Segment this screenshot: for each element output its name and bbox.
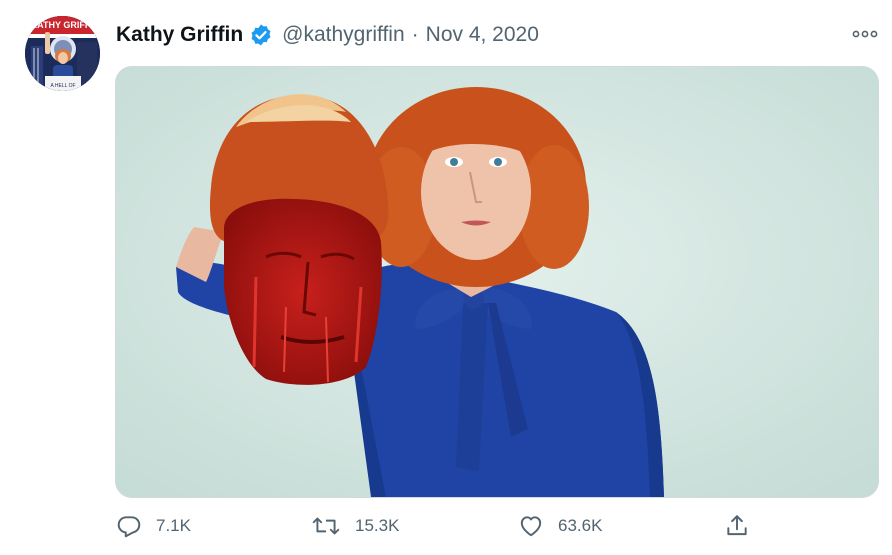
display-name[interactable]: Kathy Griffin <box>116 23 243 47</box>
user-handle[interactable]: @kathygriffin <box>282 23 404 47</box>
like-count: 63.6K <box>558 516 603 535</box>
tweet-date[interactable]: Nov 4, 2020 <box>426 23 539 47</box>
reply-count: 7.1K <box>156 516 191 535</box>
photo-image <box>116 67 878 497</box>
retweet-icon <box>312 517 340 535</box>
tweet-photo[interactable] <box>115 66 879 498</box>
avatar-podium-text: A HELL OF <box>50 83 75 89</box>
more-dots-icon <box>852 30 878 38</box>
share-button[interactable] <box>724 505 750 547</box>
reply-button[interactable]: 7.1K <box>116 505 191 547</box>
reply-icon <box>117 516 141 538</box>
retweet-count: 15.3K <box>355 516 400 535</box>
tweet-header: Kathy Griffin @kathygriffin · Nov 4, 202… <box>116 20 539 50</box>
like-button[interactable]: 63.6K <box>518 505 602 547</box>
avatar[interactable]: A HELL OF KATHY GRIFFIN <box>25 16 100 91</box>
tweet-actions: 7.1K 15.3K 63.6K <box>0 505 892 547</box>
tweet[interactable]: A HELL OF KATHY GRIFFIN Kathy Griffin @k… <box>0 0 892 555</box>
share-icon <box>727 515 747 536</box>
verified-badge-icon <box>249 23 273 47</box>
separator-dot: · <box>411 23 419 46</box>
avatar-photo: A HELL OF KATHY GRIFFIN <box>25 16 100 91</box>
heart-icon <box>520 516 542 537</box>
more-button[interactable] <box>848 22 882 46</box>
avatar-sign-text: KATHY GRIFFIN <box>31 20 100 30</box>
retweet-button[interactable]: 15.3K <box>311 505 399 547</box>
